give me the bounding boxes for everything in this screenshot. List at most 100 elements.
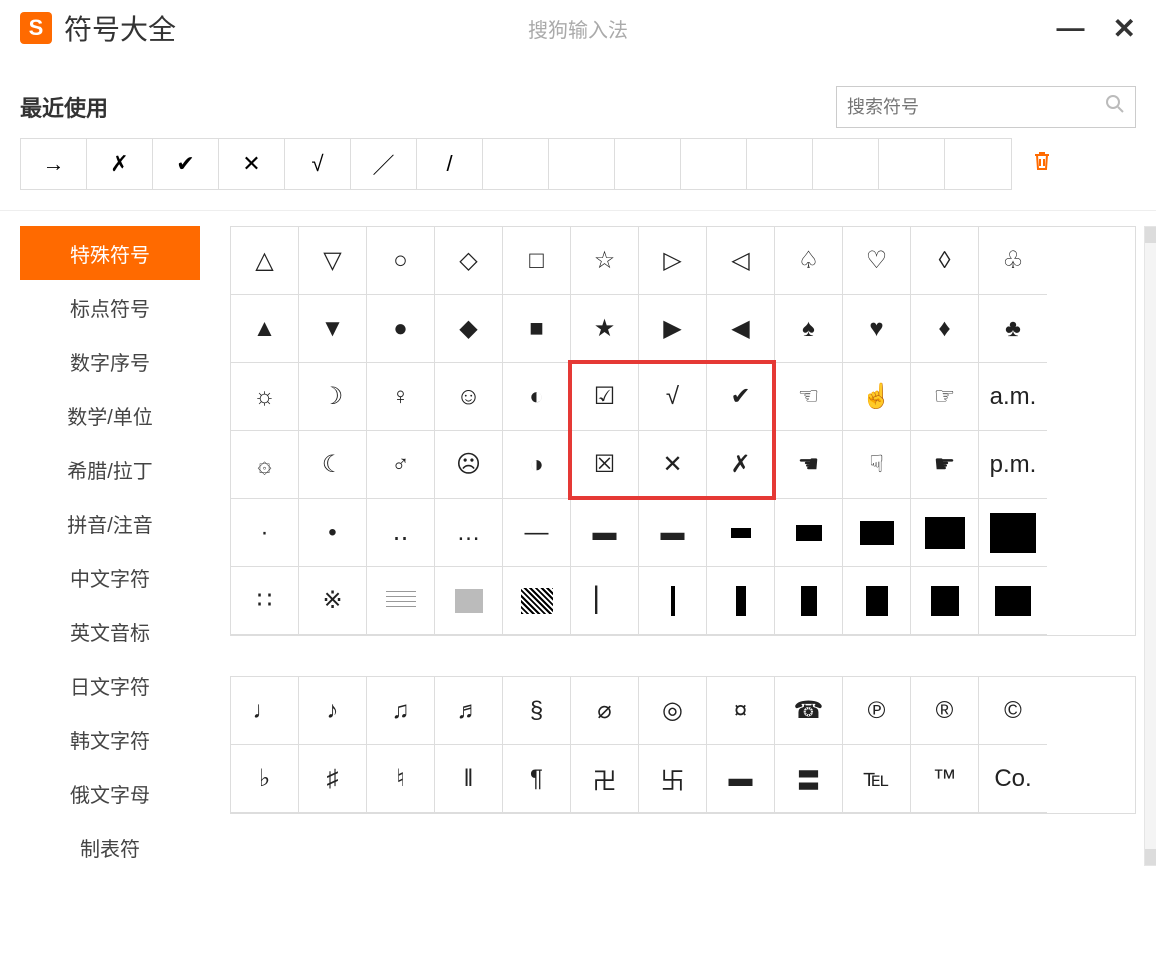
symbol-cell[interactable]: ☑ [571, 363, 639, 431]
symbol-cell[interactable] [979, 567, 1047, 635]
symbol-cell[interactable]: ♫ [367, 677, 435, 745]
symbol-cell[interactable] [435, 567, 503, 635]
symbol-cell[interactable]: ♥ [843, 295, 911, 363]
symbol-cell[interactable]: ♩ [231, 677, 299, 745]
symbol-cell[interactable]: ♬ [435, 677, 503, 745]
symbol-cell[interactable]: ۞ [231, 431, 299, 499]
symbol-cell[interactable]: ☒ [571, 431, 639, 499]
search-input[interactable] [847, 97, 1105, 118]
symbol-cell[interactable] [843, 567, 911, 635]
trash-icon[interactable] [1032, 150, 1052, 178]
symbol-cell[interactable]: ◀ [707, 295, 775, 363]
symbol-cell[interactable]: ▬ [707, 745, 775, 813]
recent-symbol-cell[interactable]: / [417, 139, 483, 189]
symbol-cell[interactable]: ▶ [639, 295, 707, 363]
symbol-cell[interactable] [707, 499, 775, 567]
symbol-cell[interactable]: — [503, 499, 571, 567]
symbol-cell[interactable]: ∷ [231, 567, 299, 635]
symbol-cell[interactable]: ♪ [299, 677, 367, 745]
symbol-cell[interactable]: ☝ [843, 363, 911, 431]
symbol-cell[interactable]: ♣ [979, 295, 1047, 363]
symbol-cell[interactable]: ¤ [707, 677, 775, 745]
recent-symbol-cell[interactable] [615, 139, 681, 189]
symbol-cell[interactable]: ※ [299, 567, 367, 635]
sidebar-item[interactable]: 标点符号 [20, 280, 200, 334]
minimize-button[interactable]: — [1057, 12, 1085, 45]
scroll-up-icon[interactable] [1145, 227, 1156, 243]
symbol-cell[interactable]: ¶ [503, 745, 571, 813]
sidebar-item[interactable]: 制表符 [20, 820, 200, 874]
symbol-cell[interactable]: § [503, 677, 571, 745]
symbol-cell[interactable]: ☚ [775, 431, 843, 499]
symbol-cell[interactable]: ♤ [775, 227, 843, 295]
recent-symbol-cell[interactable]: ✔ [153, 139, 219, 189]
symbol-cell[interactable]: ♭ [231, 745, 299, 813]
symbol-cell[interactable]: © [979, 677, 1047, 745]
symbol-cell[interactable]: ✗ [707, 431, 775, 499]
symbol-cell[interactable]: a.m. [979, 363, 1047, 431]
symbol-cell[interactable] [911, 567, 979, 635]
sidebar-item[interactable]: 数学/单位 [20, 388, 200, 442]
symbol-cell[interactable]: ‖ [435, 745, 503, 813]
recent-symbol-cell[interactable]: → [21, 139, 87, 189]
sidebar-item[interactable]: 希腊/拉丁 [20, 442, 200, 496]
symbol-cell[interactable] [503, 567, 571, 635]
search-icon[interactable] [1105, 94, 1125, 120]
symbol-cell[interactable]: ○ [367, 227, 435, 295]
symbol-cell[interactable]: ♡ [843, 227, 911, 295]
sidebar-item[interactable]: 俄文字母 [20, 766, 200, 820]
symbol-cell[interactable]: ◊ [911, 227, 979, 295]
symbol-cell[interactable]: ★ [571, 295, 639, 363]
symbol-cell[interactable]: ◇ [435, 227, 503, 295]
symbol-cell[interactable]: ◐ [503, 363, 571, 431]
symbol-cell[interactable]: ▼ [299, 295, 367, 363]
symbol-cell[interactable]: △ [231, 227, 299, 295]
symbol-cell[interactable] [775, 567, 843, 635]
symbol-cell[interactable]: ◑ [503, 431, 571, 499]
symbol-cell[interactable]: ▲ [231, 295, 299, 363]
symbol-cell[interactable]: ▬ [639, 499, 707, 567]
symbol-cell[interactable]: ☎ [775, 677, 843, 745]
symbol-cell[interactable]: ☼ [231, 363, 299, 431]
recent-symbol-cell[interactable] [945, 139, 1011, 189]
symbol-cell[interactable]: 卐 [639, 745, 707, 813]
scrollbar[interactable] [1144, 226, 1156, 866]
recent-symbol-cell[interactable] [747, 139, 813, 189]
symbol-cell[interactable]: ▬ [571, 499, 639, 567]
recent-symbol-cell[interactable] [813, 139, 879, 189]
search-box[interactable] [836, 86, 1136, 128]
symbol-cell[interactable]: √ [639, 363, 707, 431]
symbol-cell[interactable] [775, 499, 843, 567]
symbol-cell[interactable]: ▷ [639, 227, 707, 295]
symbol-cell[interactable]: ◁ [707, 227, 775, 295]
symbol-cell[interactable]: ▽ [299, 227, 367, 295]
sidebar-item[interactable]: 英文音标 [20, 604, 200, 658]
symbol-cell[interactable] [979, 499, 1047, 567]
symbol-cell[interactable] [911, 499, 979, 567]
symbol-cell[interactable]: ™ [911, 745, 979, 813]
symbol-cell[interactable]: ☹ [435, 431, 503, 499]
sidebar-item[interactable]: 韩文字符 [20, 712, 200, 766]
symbol-cell[interactable]: ☾ [299, 431, 367, 499]
symbol-cell[interactable]: ♀ [367, 363, 435, 431]
symbol-cell[interactable] [843, 499, 911, 567]
symbol-cell[interactable]: ☛ [911, 431, 979, 499]
symbol-cell[interactable]: · [231, 499, 299, 567]
symbol-cell[interactable]: 〓 [775, 745, 843, 813]
symbol-cell[interactable]: ✕ [639, 431, 707, 499]
sidebar-item[interactable]: 日文字符 [20, 658, 200, 712]
symbol-cell[interactable]: • [299, 499, 367, 567]
recent-symbol-cell[interactable] [549, 139, 615, 189]
sidebar-item[interactable]: 特殊符号 [20, 226, 200, 280]
recent-symbol-cell[interactable]: ✗ [87, 139, 153, 189]
symbol-cell[interactable]: ◎ [639, 677, 707, 745]
symbol-cell[interactable]: ▏ [571, 567, 639, 635]
recent-symbol-cell[interactable] [681, 139, 747, 189]
symbol-cell[interactable]: ☺ [435, 363, 503, 431]
symbol-cell[interactable]: ⌀ [571, 677, 639, 745]
recent-symbol-cell[interactable] [483, 139, 549, 189]
symbol-cell[interactable]: ◆ [435, 295, 503, 363]
symbol-cell[interactable]: ■ [503, 295, 571, 363]
recent-symbol-cell[interactable]: ✕ [219, 139, 285, 189]
symbol-cell[interactable]: ● [367, 295, 435, 363]
